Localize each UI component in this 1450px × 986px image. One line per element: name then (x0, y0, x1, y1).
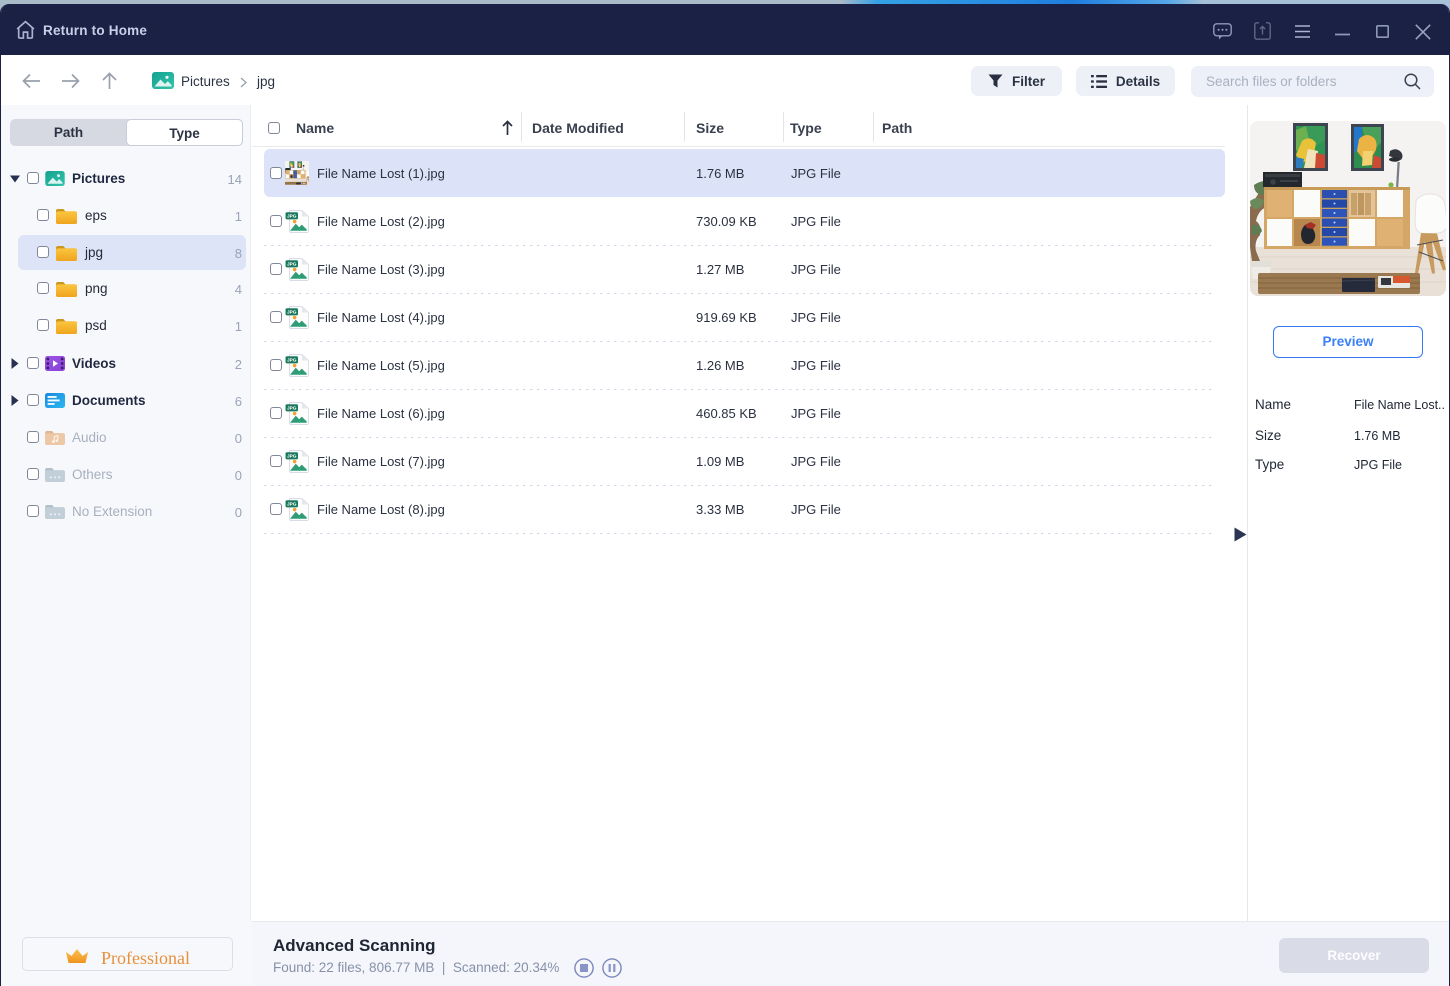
svg-text:JPG: JPG (287, 453, 297, 459)
svg-text:JPG: JPG (287, 357, 297, 363)
svg-text:JPG: JPG (287, 405, 297, 411)
svg-text:JPG: JPG (287, 213, 297, 219)
svg-text:JPG: JPG (287, 261, 297, 267)
svg-text:JPG: JPG (287, 501, 297, 507)
svg-text:JPG: JPG (287, 309, 297, 315)
